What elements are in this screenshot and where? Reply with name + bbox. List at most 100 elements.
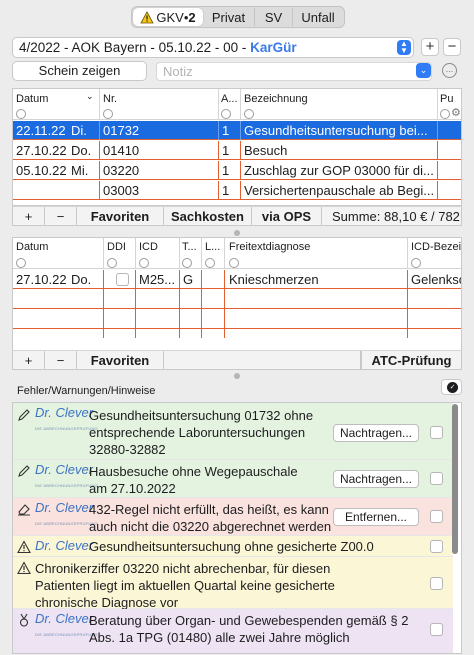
case-user: KarGür [250,40,297,55]
table-row[interactable]: 22.11.22 Di. 01732 1 Gesundheitsuntersuc… [13,121,461,140]
case-selector[interactable]: 4/2022 - AOK Bayern - 05.10.22 - 00 - Ka… [12,37,414,58]
remove-diagnosis-button[interactable]: − [45,351,77,369]
cell-day: Di. [71,123,87,138]
col-nr[interactable]: Nr. [103,93,117,105]
remove-case-button[interactable]: − [443,38,461,56]
splitter-handle[interactable] [234,373,240,379]
services-header: Datum ⌄ Nr. A... Bezeichnung Pu ⚙ [13,89,461,120]
col-ddi[interactable]: DDI [107,241,126,253]
col-anzahl[interactable]: A... [221,93,237,105]
filter-circle-icon[interactable] [205,258,215,268]
warnings-scrollbar[interactable] [452,404,458,554]
favoriten-button[interactable]: Favoriten [77,351,164,369]
cell-anzahl: 1 [222,123,230,138]
filter-circle-icon[interactable] [440,109,450,119]
dr-clever-logo: Dr. Clever [35,405,94,420]
filter-circle-icon[interactable] [229,258,239,268]
diagnoses-table: Datum DDI ICD T... L... Freitextdiagnose… [12,237,462,351]
services-toolbar: + − Favoriten Sachkosten via OPS Summe: … [12,206,462,226]
add-diagnosis-button[interactable]: + [13,351,45,369]
col-t[interactable]: T... [182,241,200,253]
filter-circle-icon[interactable] [221,109,231,119]
filter-circle-icon[interactable] [244,109,254,119]
table-row[interactable]: 27.10.22 Do. 01410 1 Besuch [13,141,461,160]
cell-nr: 03003 [103,183,140,198]
filter-circle-icon[interactable] [16,258,26,268]
warning-text: Hausbesuche ohne Wegepauschale am 27.10.… [89,464,298,496]
col-datum[interactable]: Datum [16,241,48,253]
entfernen-button[interactable]: Entfernen... [333,508,419,526]
pencil-icon [18,409,30,421]
notiz-dropdown-icon[interactable]: ⌄ [416,63,431,78]
eraser-icon [18,504,30,516]
warning-checkbox[interactable] [430,623,443,636]
warnings-list: Dr. Clever DIE ABRECHNUNGSPRÜFUNG Gesund… [12,402,462,654]
add-case-button[interactable]: + [421,38,439,56]
via-ops-button[interactable]: via OPS [252,207,322,225]
col-bezeichnung[interactable]: Bezeichnung [244,93,308,105]
warning-checkbox[interactable] [430,510,443,523]
atc-pruefung-button[interactable]: ATC-Prüfung [361,351,461,369]
warning-text: Gesundheitsuntersuchung ohne gesicherte … [89,539,374,554]
add-service-button[interactable]: + [13,207,45,225]
case-stepper-icon[interactable]: ▲ ▼ [397,40,411,55]
table-row[interactable]: 27.10.22 Do. M25... G Knieschmerzen Gele… [13,270,461,289]
more-options-button[interactable]: … [442,63,457,78]
warning-item[interactable]: Dr. Clever DIE ABRECHNUNGSPRÜFUNG Beratu… [13,609,453,653]
col-freitext[interactable]: Freitextdiagnose [229,241,310,253]
warning-item[interactable]: Dr. Clever DIE ABRECHNUNGSPRÜFUNG Gesund… [13,536,453,563]
sort-chevron-icon[interactable]: ⌄ [86,91,94,102]
tab-gkv-count: 2 [188,9,196,25]
warning-checkbox[interactable] [430,472,443,485]
splitter-handle[interactable] [234,230,240,236]
notiz-field[interactable]: Notiz [156,62,432,81]
nachtragen-button[interactable]: Nachtragen... [333,424,419,442]
filter-circle-icon[interactable] [411,258,421,268]
warning-item[interactable]: Dr. Clever DIE ABRECHNUNGSPRÜFUNG Hausbe… [13,460,453,498]
filter-circle-icon[interactable] [139,258,149,268]
sachkosten-button[interactable]: Sachkosten [164,207,252,225]
warnings-filter-button[interactable]: ✓ [441,379,462,395]
tab-gkv[interactable]: GKV• 2 [133,8,203,26]
tab-privat[interactable]: Privat [203,8,255,26]
col-icd[interactable]: ICD [139,241,158,253]
filter-circle-icon[interactable] [103,109,113,119]
tab-unfall[interactable]: Unfall [293,8,343,26]
filter-circle-icon[interactable] [16,109,26,119]
cell-anzahl: 1 [222,183,230,198]
tab-unfall-label: Unfall [301,9,335,25]
table-row[interactable]: 03003 1 Versichertenpauschale ab Begi... [13,181,461,200]
cell-t: G [183,272,194,287]
cell-date: 22.11.22 [16,123,66,138]
cell-anzahl: 1 [222,143,230,158]
warning-item[interactable]: Dr. Clever DIE ABRECHNUNGSPRÜFUNG 432-Re… [13,498,453,536]
warning-checkbox[interactable] [430,426,443,439]
cell-day: Do. [71,272,92,287]
favoriten-button[interactable]: Favoriten [77,207,164,225]
remove-service-button[interactable]: − [45,207,77,225]
cell-bezeichnung: Zuschlag zur GOP 03000 für di... [244,163,434,178]
table-row[interactable]: 05.10.22 Mi. 03220 1 Zuschlag zur GOP 03… [13,161,461,180]
filter-circle-icon[interactable] [182,258,192,268]
warning-item[interactable]: Dr. Clever DIE ABRECHNUNGSPRÜFUNG Gesund… [13,403,453,460]
nachtragen-button[interactable]: Nachtragen... [333,470,419,488]
cell-freitext: Knieschmerzen [229,272,319,287]
pencil-icon [18,465,30,477]
col-icd-bezeichnung[interactable]: ICD-Bezeic [411,241,461,253]
warning-item[interactable]: Chronikerziffer 03220 nicht abrechenbar,… [13,557,453,610]
schein-zeigen-button[interactable]: Schein zeigen [12,61,147,81]
warning-checkbox[interactable] [430,540,443,553]
ddi-checkbox[interactable] [116,273,129,286]
diagnoses-toolbar: + − Favoriten ATC-Prüfung [12,350,462,370]
col-datum[interactable]: Datum [16,93,48,105]
tab-sv[interactable]: SV [255,8,293,26]
tab-sv-label: SV [264,9,283,25]
col-l[interactable]: L... [205,241,223,253]
cell-date: 27.10.22 [16,143,67,158]
warning-checkbox[interactable] [430,577,443,590]
col-punkte[interactable]: Pu [440,93,453,105]
filter-circle-icon[interactable] [107,258,117,268]
cell-bezeichnung: Besuch [244,143,288,158]
gear-icon[interactable]: ⚙ [451,106,461,119]
cell-bezeichnung: Gesundheitsuntersuchung bei... [244,123,428,138]
